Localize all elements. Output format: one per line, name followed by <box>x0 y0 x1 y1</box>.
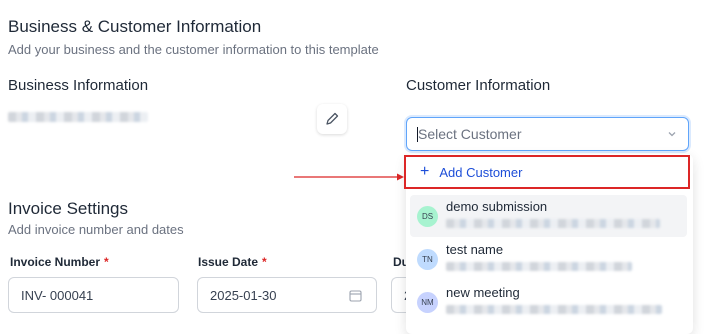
annotation-arrow-icon <box>294 173 404 181</box>
calendar-icon <box>349 290 362 302</box>
issue-date-value: 2025-01-30 <box>210 287 277 303</box>
customer-option[interactable]: DS demo submission <box>410 195 687 237</box>
avatar: TN <box>417 249 438 270</box>
business-info-heading: Business Information <box>8 77 149 94</box>
invoice-settings-subtitle: Add invoice number and dates <box>8 222 184 237</box>
issue-date-input[interactable]: 2025-01-30 <box>197 277 377 313</box>
invoice-number-value: INV- 000041 <box>21 287 94 303</box>
customer-info-heading: Customer Information <box>406 77 551 94</box>
section-title: Business & Customer Information <box>8 17 262 36</box>
chevron-down-icon <box>668 132 676 137</box>
customer-name: test name <box>446 242 504 257</box>
issue-date-label: Issue Date * <box>198 255 267 269</box>
customer-name: new meeting <box>446 285 520 300</box>
edit-business-button[interactable] <box>317 104 347 134</box>
customer-detail-redacted <box>446 305 662 314</box>
business-info-redacted <box>8 112 148 122</box>
invoice-number-label-text: Invoice Number <box>10 255 101 269</box>
invoice-settings-heading: Invoice Settings <box>8 199 129 218</box>
customer-name: demo submission <box>446 199 548 214</box>
invoice-number-label: Invoice Number * <box>10 255 109 269</box>
customer-detail-redacted <box>446 262 632 271</box>
customer-option[interactable]: NM new meeting <box>410 281 687 323</box>
customer-select-placeholder: Select Customer <box>418 126 522 142</box>
add-customer-option[interactable]: + Add Customer <box>404 155 690 189</box>
avatar: DS <box>417 206 438 227</box>
avatar: NM <box>417 292 438 313</box>
customer-detail-redacted <box>446 219 660 228</box>
customer-select[interactable]: Select Customer <box>406 117 689 151</box>
customer-option[interactable]: TN test name <box>410 238 687 280</box>
text-caret <box>417 127 418 142</box>
required-mark: * <box>262 255 267 269</box>
add-customer-label: Add Customer <box>439 164 523 180</box>
plus-icon: + <box>420 163 430 180</box>
required-mark: * <box>104 255 109 269</box>
section-subtitle: Add your business and the customer infor… <box>8 42 379 57</box>
invoice-number-input[interactable]: INV- 000041 <box>8 277 179 313</box>
pencil-icon <box>326 112 339 125</box>
issue-date-label-text: Issue Date <box>198 255 259 269</box>
